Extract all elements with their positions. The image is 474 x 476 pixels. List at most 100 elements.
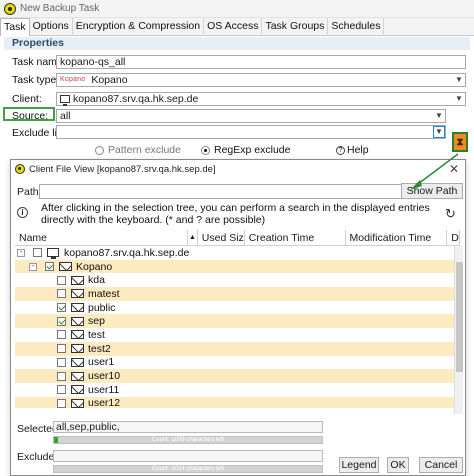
- column-used-size[interactable]: Used Size: [198, 230, 245, 246]
- tree-row[interactable]: - Kopano: [15, 259, 454, 274]
- client-select[interactable]: kopano87.srv.qa.hk.sep.de ▼: [56, 92, 466, 106]
- client-file-view-dialog: Client File View [kopano87.srv.qa.hk.sep…: [10, 159, 466, 476]
- tree-checkbox[interactable]: [57, 303, 66, 313]
- chevron-down-icon[interactable]: ▼: [433, 126, 445, 138]
- task-type-select[interactable]: Kopano Kopano ▼: [56, 73, 466, 87]
- column-name[interactable]: Name: [15, 230, 188, 246]
- kopano-logo-icon: Kopano: [60, 76, 86, 83]
- help-icon: ?: [336, 145, 345, 155]
- browse-source-button[interactable]: ⧗: [452, 132, 468, 152]
- tree-checkbox[interactable]: [45, 262, 54, 272]
- tree-checkbox[interactable]: [57, 371, 66, 381]
- tree-row[interactable]: user1: [15, 356, 454, 370]
- path-label: Path:: [17, 186, 42, 198]
- ok-button[interactable]: OK: [387, 457, 409, 473]
- cancel-button[interactable]: Cancel: [419, 457, 463, 473]
- client-label: Client:: [12, 93, 42, 105]
- refresh-icon[interactable]: ↻: [445, 206, 456, 222]
- chevron-down-icon[interactable]: ▼: [453, 74, 465, 86]
- tree-row[interactable]: test2: [15, 341, 454, 356]
- tab-schedules[interactable]: Schedules: [328, 18, 385, 36]
- task-name-value: kopano-qs_all: [60, 56, 126, 68]
- tree-row[interactable]: public: [15, 301, 454, 315]
- tab-options[interactable]: Options: [30, 18, 73, 36]
- column-scroll-up-icon[interactable]: ▲: [188, 230, 198, 246]
- tree-checkbox[interactable]: [57, 357, 66, 367]
- tree-row[interactable]: user12: [15, 396, 454, 408]
- tree-collapse-toggle[interactable]: -: [29, 262, 37, 271]
- task-type-label: Task type:: [12, 74, 60, 86]
- tree-row-label: user11: [88, 383, 120, 396]
- help-link[interactable]: ? Help: [336, 144, 369, 156]
- pattern-exclude-radio[interactable]: [95, 145, 104, 155]
- tab-task[interactable]: Task: [0, 18, 30, 36]
- scrollbar-thumb[interactable]: [456, 262, 463, 372]
- excluded-count-bar: Count: 1024 characters left: [53, 465, 323, 473]
- tree-row[interactable]: kda: [15, 273, 454, 287]
- tree-row-label: matest: [88, 287, 120, 300]
- show-path-button[interactable]: Show Path: [401, 183, 463, 199]
- tree-checkbox[interactable]: [57, 275, 66, 285]
- tree-checkbox[interactable]: [57, 330, 66, 340]
- path-input[interactable]: [39, 184, 407, 199]
- mailbox-icon: [71, 385, 84, 395]
- main-window-titlebar: New Backup Task: [0, 0, 474, 18]
- tree-row-label: kopano87.srv.qa.hk.sep.de: [64, 246, 190, 259]
- help-label: Help: [347, 144, 369, 156]
- regexp-exclude-radio[interactable]: [201, 145, 210, 155]
- regexp-exclude-option[interactable]: RegExp exclude: [201, 144, 290, 156]
- pattern-exclude-option[interactable]: Pattern exclude: [95, 144, 181, 156]
- column-creation-time[interactable]: Creation Time: [245, 230, 346, 246]
- app-logo-icon: [15, 164, 25, 174]
- column-modification-time[interactable]: Modification Time: [346, 230, 448, 246]
- tree-row-label: sep: [88, 315, 105, 328]
- tree-checkbox[interactable]: [57, 398, 66, 408]
- mailbox-icon: [71, 275, 84, 285]
- source-value: all: [60, 110, 71, 122]
- legend-button[interactable]: Legend: [339, 457, 379, 473]
- info-icon: i: [17, 207, 28, 218]
- chevron-down-icon[interactable]: ▼: [433, 110, 445, 122]
- column-d[interactable]: D: [447, 230, 460, 246]
- tab-task-groups[interactable]: Task Groups: [262, 18, 329, 36]
- source-select[interactable]: all ▼: [56, 109, 446, 123]
- selected-count-text: Count: 1009 characters left: [151, 437, 225, 443]
- exclude-list-select[interactable]: ▼: [56, 125, 446, 139]
- mailbox-icon: [71, 316, 84, 326]
- tree-row-label: user1: [88, 356, 115, 369]
- tree-checkbox[interactable]: [57, 344, 66, 354]
- tree-checkbox[interactable]: [57, 385, 66, 395]
- tree-row[interactable]: user10: [15, 369, 454, 383]
- pattern-exclude-label: Pattern exclude: [108, 144, 181, 156]
- selected-field: all,sep,public,: [53, 421, 323, 433]
- tree-row[interactable]: sep: [15, 314, 454, 329]
- tree-row-label: test2: [88, 342, 111, 355]
- mailbox-icon: [71, 398, 84, 408]
- tree-row-label: kda: [88, 274, 105, 287]
- tree-checkbox[interactable]: [57, 316, 66, 326]
- tree-row[interactable]: - kopano87.srv.qa.hk.sep.de: [15, 246, 454, 260]
- chevron-down-icon[interactable]: ▼: [453, 93, 465, 105]
- excluded-count-text: Count: 1024 characters left: [151, 466, 225, 472]
- tree-row[interactable]: test: [15, 328, 454, 342]
- selected-count-bar: Count: 1009 characters left: [53, 436, 323, 444]
- tree-vertical-scrollbar[interactable]: [454, 246, 463, 414]
- excluded-field: [53, 450, 323, 462]
- tab-os-access[interactable]: OS Access: [204, 18, 263, 36]
- search-hint-text: After clicking in the selection tree, yo…: [41, 202, 430, 226]
- tree-checkbox[interactable]: [33, 248, 42, 258]
- task-name-field[interactable]: kopano-qs_all: [56, 55, 466, 69]
- close-icon[interactable]: ✕: [449, 162, 459, 176]
- tree-checkbox[interactable]: [57, 289, 66, 299]
- tab-encryption-compression[interactable]: Encryption & Compression: [73, 18, 205, 36]
- mailbox-icon: [71, 357, 84, 367]
- tree-row[interactable]: matest: [15, 287, 454, 301]
- tree-row[interactable]: user11: [15, 383, 454, 397]
- tree-row-label: user12: [88, 397, 121, 408]
- task-type-value: Kopano: [91, 74, 128, 86]
- tree-row-label: public: [88, 301, 116, 314]
- app-logo-icon: [4, 2, 16, 15]
- selection-tree[interactable]: - kopano87.srv.qa.hk.sep.de - Kopano kda mate…: [15, 246, 454, 408]
- tree-collapse-toggle[interactable]: -: [17, 248, 25, 257]
- regexp-exclude-label: RegExp exclude: [214, 144, 291, 156]
